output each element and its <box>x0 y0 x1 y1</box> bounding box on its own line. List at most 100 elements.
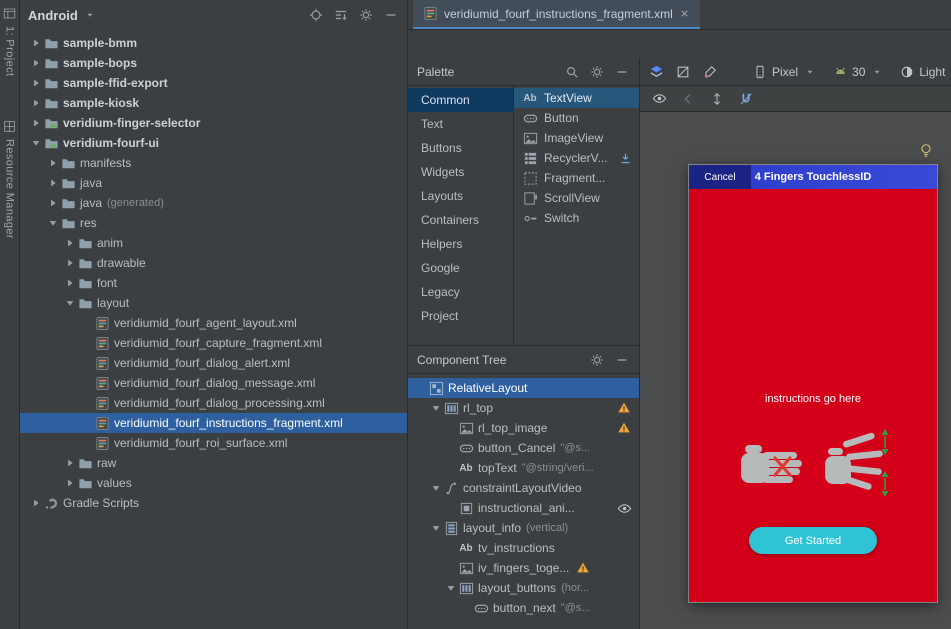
palette-gear-icon[interactable] <box>589 64 605 80</box>
project-tree-item[interactable]: sample-bops <box>20 53 407 73</box>
chevron-right-icon[interactable] <box>28 115 43 131</box>
palette-hide-icon[interactable] <box>614 64 630 80</box>
chevron-right-icon[interactable] <box>62 455 77 471</box>
project-tree-item[interactable]: java <box>20 173 407 193</box>
chevron-right-icon[interactable] <box>62 275 77 291</box>
project-tree-item[interactable]: font <box>20 273 407 293</box>
chevron-right-icon[interactable] <box>62 235 77 251</box>
palette-item[interactable]: Button <box>514 108 639 128</box>
chevron-right-icon[interactable] <box>45 175 60 191</box>
palette-item[interactable]: ImageView <box>514 128 639 148</box>
project-tree-item[interactable]: sample-bmm <box>20 33 407 53</box>
project-tree-item[interactable]: manifests <box>20 153 407 173</box>
chevron-right-icon[interactable] <box>28 95 43 111</box>
component-tree-item[interactable]: rl_top_image <box>408 418 639 438</box>
view-options-eye-icon[interactable] <box>651 91 667 107</box>
chevron-right-icon[interactable] <box>45 195 60 211</box>
device-selector[interactable]: Pixel <box>752 64 818 80</box>
palette-item[interactable]: ScrollView <box>514 188 639 208</box>
palette-category[interactable]: Helpers <box>408 232 513 256</box>
chevron-right-icon[interactable] <box>45 155 60 171</box>
chevron-right-icon[interactable] <box>62 475 77 491</box>
design-canvas[interactable]: 4 Fingers TouchlessID Cancel instruction… <box>640 112 951 629</box>
api-level-selector[interactable]: 30 <box>832 64 885 80</box>
component-tree-item[interactable]: rl_top <box>408 398 639 418</box>
project-tree-item[interactable]: veridiumid_fourf_dialog_processing.xml <box>20 393 407 413</box>
project-tree-item[interactable]: layout <box>20 293 407 313</box>
project-tool-button[interactable]: 1: Project <box>2 5 18 76</box>
design-mode-layers-icon[interactable] <box>648 64 664 80</box>
palette-category[interactable]: Layouts <box>408 184 513 208</box>
palette-category[interactable]: Project <box>408 304 513 328</box>
component-tree-gear-icon[interactable] <box>589 352 605 368</box>
palette-item[interactable]: AbTextView <box>514 88 639 108</box>
component-tree-item[interactable]: RelativeLayout <box>408 378 639 398</box>
palette-search-icon[interactable] <box>564 64 580 80</box>
chevron-down-icon[interactable] <box>428 400 443 416</box>
theme-selector[interactable]: Light <box>899 64 951 80</box>
project-tree-item[interactable]: sample-kiosk <box>20 93 407 113</box>
project-tree-item[interactable]: Gradle Scripts <box>20 493 407 513</box>
palette-item[interactable]: RecyclerV... <box>514 148 639 168</box>
chevron-down-icon[interactable] <box>443 580 458 596</box>
component-tree-item[interactable]: AbtopText"@string/veri... <box>408 458 639 478</box>
locate-file-icon[interactable] <box>308 7 324 23</box>
autoconnect-magnet-icon[interactable] <box>738 91 754 107</box>
component-tree-item[interactable]: instructional_ani... <box>408 498 639 518</box>
chevron-right-icon[interactable] <box>28 495 43 511</box>
layout-preview-device[interactable]: 4 Fingers TouchlessID Cancel instruction… <box>689 165 937 602</box>
download-icon[interactable] <box>617 150 633 166</box>
chevron-right-icon[interactable] <box>28 35 43 51</box>
visibility-eye-icon[interactable] <box>616 500 632 516</box>
component-tree-item[interactable]: layout_info(vertical) <box>408 518 639 538</box>
palette-item[interactable]: Fragment... <box>514 168 639 188</box>
back-arrow-icon[interactable] <box>680 91 696 107</box>
blueprint-toggle-icon[interactable] <box>675 64 691 80</box>
collapse-all-icon[interactable] <box>333 7 349 23</box>
chevron-down-icon[interactable] <box>28 135 43 151</box>
editor-tab[interactable]: veridiumid_fourf_instructions_fragment.x… <box>413 0 700 29</box>
project-tree-item[interactable]: veridiumid_fourf_capture_fragment.xml <box>20 333 407 353</box>
palette-category[interactable]: Common <box>408 88 513 112</box>
chevron-down-icon[interactable] <box>428 480 443 496</box>
project-tree-item[interactable]: raw <box>20 453 407 473</box>
project-tree-item[interactable]: res <box>20 213 407 233</box>
chevron-down-icon[interactable] <box>62 295 77 311</box>
chevron-down-icon[interactable] <box>82 7 98 23</box>
component-tree-item[interactable]: constraintLayoutVideo <box>408 478 639 498</box>
project-tree-item[interactable]: veridium-finger-selector <box>20 113 407 133</box>
project-tree-item[interactable]: veridiumid_fourf_roi_surface.xml <box>20 433 407 453</box>
component-tree-item[interactable]: button_Cancel"@s... <box>408 438 639 458</box>
chevron-right-icon[interactable] <box>62 255 77 271</box>
project-tree-item[interactable]: anim <box>20 233 407 253</box>
component-tree-hide-icon[interactable] <box>614 352 630 368</box>
orientation-arrows-icon[interactable] <box>709 91 725 107</box>
get-started-button[interactable]: Get Started <box>749 527 877 554</box>
project-tree-item[interactable]: drawable <box>20 253 407 273</box>
chevron-down-icon[interactable] <box>428 520 443 536</box>
palette-category[interactable]: Legacy <box>408 280 513 304</box>
project-tree-item[interactable]: veridiumid_fourf_dialog_message.xml <box>20 373 407 393</box>
suggestion-lightbulb-icon[interactable] <box>918 142 934 158</box>
project-tree-item[interactable]: values <box>20 473 407 493</box>
preview-cancel-button[interactable]: Cancel <box>689 165 751 189</box>
palette-category[interactable]: Containers <box>408 208 513 232</box>
tab-close-icon[interactable] <box>679 8 691 20</box>
project-tree-item[interactable]: veridiumid_fourf_instructions_fragment.x… <box>20 413 407 433</box>
project-view-selector[interactable]: Android <box>28 8 78 23</box>
project-tree-item[interactable]: veridium-fourf-ui <box>20 133 407 153</box>
chevron-right-icon[interactable] <box>28 55 43 71</box>
palette-item[interactable]: Switch <box>514 208 639 228</box>
component-tree-item[interactable]: layout_buttons(hor... <box>408 578 639 598</box>
project-tree-item[interactable]: veridiumid_fourf_agent_layout.xml <box>20 313 407 333</box>
component-tree-item[interactable]: button_next"@s... <box>408 598 639 618</box>
chevron-right-icon[interactable] <box>28 75 43 91</box>
project-tree-item[interactable]: java(generated) <box>20 193 407 213</box>
project-settings-gear-icon[interactable] <box>358 7 374 23</box>
resource-manager-tool-button[interactable]: Resource Manager <box>2 118 18 239</box>
color-picker-icon[interactable] <box>702 64 718 80</box>
project-tree-item[interactable]: sample-ffid-export <box>20 73 407 93</box>
palette-category[interactable]: Buttons <box>408 136 513 160</box>
project-tree-item[interactable]: veridiumid_fourf_dialog_alert.xml <box>20 353 407 373</box>
chevron-down-icon[interactable] <box>45 215 60 231</box>
